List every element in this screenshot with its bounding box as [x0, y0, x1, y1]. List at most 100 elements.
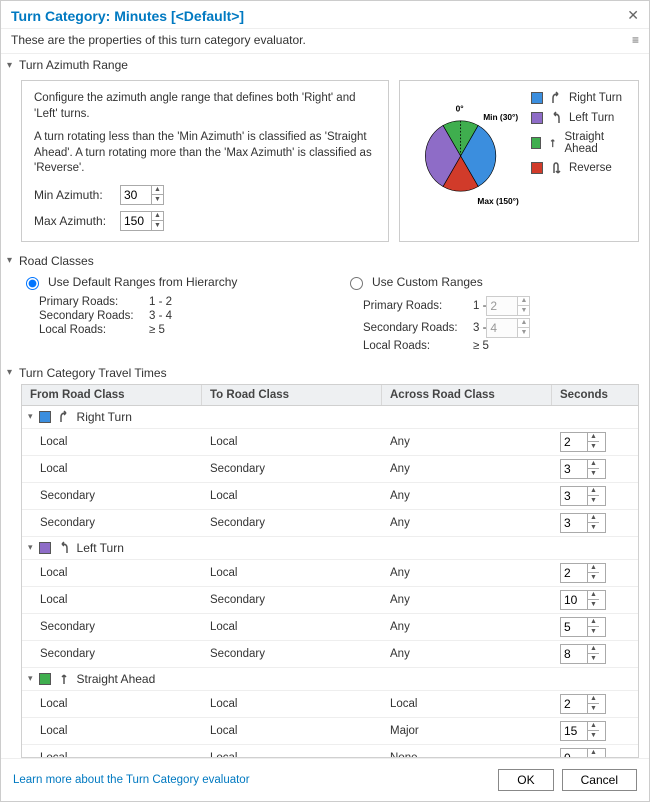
cell-from: Local	[22, 591, 202, 609]
cancel-button[interactable]: Cancel	[562, 769, 637, 791]
right-turn-icon	[57, 410, 71, 424]
chevron-down-icon[interactable]: ▾	[28, 542, 33, 553]
up-arrow-icon[interactable]: ▲	[588, 722, 599, 732]
up-arrow-icon[interactable]: ▲	[588, 514, 599, 524]
cell-to: Local	[202, 695, 382, 713]
cell-from: Secondary	[22, 487, 202, 505]
seconds-spinner[interactable]: ▲▼	[560, 563, 606, 583]
min-azimuth-spinner[interactable]: ▲▼	[120, 185, 164, 205]
up-arrow-icon[interactable]: ▲	[588, 695, 599, 705]
down-arrow-icon[interactable]: ▼	[588, 600, 599, 609]
learn-more-link[interactable]: Learn more about the Turn Category evalu…	[13, 774, 490, 786]
down-arrow-icon[interactable]: ▼	[588, 654, 599, 663]
cell-to: Local	[202, 433, 382, 451]
seconds-input[interactable]	[561, 487, 587, 505]
cell-to: Secondary	[202, 460, 382, 478]
down-arrow-icon[interactable]: ▼	[588, 731, 599, 740]
group-header[interactable]: ▾Left Turn	[22, 537, 638, 560]
custom-local-value: ≥ 5	[473, 340, 489, 352]
section-roadclasses-header[interactable]: ▾ Road Classes	[1, 250, 649, 272]
seconds-spinner[interactable]: ▲▼	[560, 486, 606, 506]
down-arrow-icon[interactable]: ▼	[588, 627, 599, 636]
seconds-input[interactable]	[561, 591, 587, 609]
custom-primary-input	[487, 297, 517, 315]
seconds-spinner[interactable]: ▲▼	[560, 617, 606, 637]
table-row[interactable]: LocalLocalLocal▲▼	[22, 691, 638, 718]
down-arrow-icon[interactable]: ▼	[152, 221, 163, 230]
seconds-spinner[interactable]: ▲▼	[560, 513, 606, 533]
chevron-down-icon[interactable]: ▾	[28, 411, 33, 422]
up-arrow-icon[interactable]: ▲	[588, 618, 599, 628]
seconds-spinner[interactable]: ▲▼	[560, 748, 606, 758]
menu-icon[interactable]: ≡	[632, 33, 639, 47]
secondary-roads-label: Secondary Roads:	[39, 310, 149, 322]
seconds-input[interactable]	[561, 645, 587, 663]
use-default-radio[interactable]	[26, 277, 39, 290]
seconds-input[interactable]	[561, 564, 587, 582]
use-custom-radio[interactable]	[350, 277, 363, 290]
min-azimuth-label: Min Azimuth:	[34, 188, 114, 202]
up-arrow-icon[interactable]: ▲	[588, 564, 599, 574]
seconds-input[interactable]	[561, 460, 587, 478]
section-azimuth-header[interactable]: ▾ Turn Azimuth Range	[1, 54, 649, 76]
custom-secondary-spinner[interactable]: ▲▼	[486, 318, 530, 338]
down-arrow-icon[interactable]: ▼	[588, 704, 599, 713]
ok-button[interactable]: OK	[498, 769, 553, 791]
seconds-input[interactable]	[561, 722, 587, 740]
table-row[interactable]: LocalLocalAny▲▼	[22, 429, 638, 456]
table-row[interactable]: SecondarySecondaryAny▲▼	[22, 641, 638, 668]
seconds-input[interactable]	[561, 618, 587, 636]
table-row[interactable]: SecondarySecondaryAny▲▼	[22, 510, 638, 537]
seconds-spinner[interactable]: ▲▼	[560, 432, 606, 452]
custom-primary-spinner[interactable]: ▲▼	[486, 296, 530, 316]
up-arrow-icon[interactable]: ▲	[152, 186, 163, 196]
down-arrow-icon[interactable]: ▼	[588, 573, 599, 582]
seconds-spinner[interactable]: ▲▼	[560, 694, 606, 714]
cell-from: Local	[22, 722, 202, 740]
cell-to: Local	[202, 618, 382, 636]
seconds-input[interactable]	[561, 514, 587, 532]
azimuth-pie-chart: 0° Min (30°) Max (150°)	[412, 91, 521, 221]
down-arrow-icon[interactable]: ▼	[588, 442, 599, 451]
table-row[interactable]: LocalSecondaryAny▲▼	[22, 456, 638, 483]
grid-body[interactable]: ▾Right TurnLocalLocalAny▲▼LocalSecondary…	[21, 406, 639, 758]
up-arrow-icon[interactable]: ▲	[152, 212, 163, 222]
cell-across: Any	[382, 591, 552, 609]
up-arrow-icon[interactable]: ▲	[588, 591, 599, 601]
up-arrow-icon[interactable]: ▲	[588, 460, 599, 470]
table-row[interactable]: LocalLocalMajor▲▼	[22, 718, 638, 745]
cell-across: Any	[382, 460, 552, 478]
table-row[interactable]: LocalSecondaryAny▲▼	[22, 587, 638, 614]
close-icon[interactable]: ✕	[627, 7, 639, 24]
min-azimuth-input[interactable]	[121, 186, 151, 204]
down-arrow-icon[interactable]: ▼	[152, 195, 163, 204]
seconds-spinner[interactable]: ▲▼	[560, 644, 606, 664]
max-azimuth-input[interactable]	[121, 212, 151, 230]
table-row[interactable]: SecondaryLocalAny▲▼	[22, 614, 638, 641]
table-row[interactable]: SecondaryLocalAny▲▼	[22, 483, 638, 510]
section-traveltimes-header[interactable]: ▾ Turn Category Travel Times	[1, 362, 649, 384]
seconds-input[interactable]	[561, 695, 587, 713]
up-arrow-icon[interactable]: ▲	[588, 487, 599, 497]
group-header[interactable]: ▾Right Turn	[22, 406, 638, 429]
down-arrow-icon[interactable]: ▼	[588, 469, 599, 478]
down-arrow-icon[interactable]: ▼	[588, 496, 599, 505]
seconds-spinner[interactable]: ▲▼	[560, 590, 606, 610]
table-row[interactable]: LocalLocalAny▲▼	[22, 560, 638, 587]
seconds-spinner[interactable]: ▲▼	[560, 721, 606, 741]
seconds-input[interactable]	[561, 433, 587, 451]
seconds-spinner[interactable]: ▲▼	[560, 459, 606, 479]
down-arrow-icon[interactable]: ▼	[588, 523, 599, 532]
seconds-input[interactable]	[561, 749, 587, 758]
max-azimuth-spinner[interactable]: ▲▼	[120, 211, 164, 231]
group-header[interactable]: ▾Straight Ahead	[22, 668, 638, 691]
chevron-down-icon[interactable]: ▾	[28, 673, 33, 684]
up-arrow-icon[interactable]: ▲	[588, 749, 599, 758]
primary-roads-value: 1 - 2	[149, 296, 172, 308]
group-swatch	[39, 542, 51, 554]
up-arrow-icon[interactable]: ▲	[588, 433, 599, 443]
table-row[interactable]: LocalLocalNone▲▼	[22, 745, 638, 758]
straight-turn-icon	[57, 672, 71, 686]
up-arrow-icon[interactable]: ▲	[588, 645, 599, 655]
col-across: Across Road Class	[382, 385, 552, 405]
